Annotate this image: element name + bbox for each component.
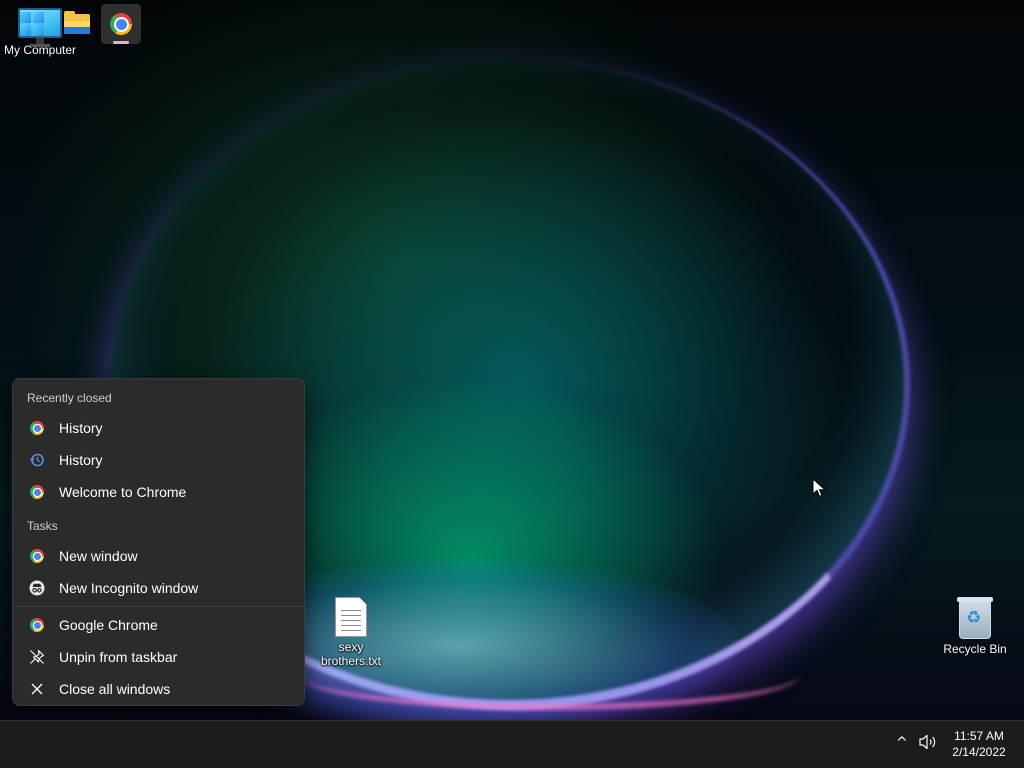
jump-item-welcome[interactable]: Welcome to Chrome bbox=[17, 477, 302, 507]
jump-item-label: Welcome to Chrome bbox=[59, 484, 187, 500]
clock-time: 11:57 AM bbox=[954, 729, 1004, 743]
taskbar-file-explorer[interactable] bbox=[57, 4, 97, 44]
history-icon bbox=[29, 452, 45, 468]
start-button[interactable] bbox=[12, 4, 52, 44]
jump-item-label: New Incognito window bbox=[59, 580, 199, 596]
jump-item-new-window[interactable]: New window bbox=[17, 541, 302, 571]
speaker-icon[interactable] bbox=[918, 733, 938, 751]
jump-item-label: Google Chrome bbox=[59, 617, 158, 633]
jump-item-google-chrome[interactable]: Google Chrome bbox=[17, 610, 302, 640]
desktop-icon-text-file[interactable]: sexy brothers.txt bbox=[311, 597, 391, 668]
jump-item-close-all[interactable]: Close all windows bbox=[17, 674, 302, 704]
jump-item-unpin[interactable]: Unpin from taskbar bbox=[17, 642, 302, 672]
recently-closed-header: Recently closed bbox=[27, 391, 112, 405]
system-clock[interactable]: 11:57 AM 2/14/2022 bbox=[946, 728, 1012, 760]
chrome-icon bbox=[110, 13, 132, 35]
windows-start-icon bbox=[20, 12, 44, 36]
chrome-icon bbox=[29, 548, 45, 564]
chrome-icon bbox=[29, 484, 45, 500]
desktop-icon-label: Recycle Bin bbox=[943, 642, 1007, 656]
active-app-indicator bbox=[113, 41, 129, 44]
jump-item-label: History bbox=[59, 420, 103, 436]
jump-item-history[interactable]: History bbox=[17, 413, 302, 443]
chrome-icon bbox=[29, 617, 45, 633]
taskbar bbox=[0, 720, 1024, 768]
recycle-bin-icon: ♻ bbox=[957, 597, 993, 639]
close-icon bbox=[29, 681, 45, 697]
chrome-jump-list: Recently closed History History Welcome … bbox=[12, 378, 305, 706]
desktop-icon-label: sexy brothers.txt bbox=[320, 640, 382, 668]
jump-item-label: New window bbox=[59, 548, 138, 564]
folder-icon bbox=[64, 11, 90, 34]
jump-item-label: Unpin from taskbar bbox=[59, 649, 178, 665]
unpin-icon bbox=[29, 649, 45, 665]
jump-item-history[interactable]: History bbox=[17, 445, 302, 475]
jump-item-new-incognito[interactable]: New Incognito window bbox=[17, 573, 302, 603]
clock-date: 2/14/2022 bbox=[952, 745, 1006, 759]
show-hidden-icons-chevron-icon[interactable]: ^ bbox=[896, 735, 908, 751]
text-file-icon bbox=[335, 597, 367, 637]
mouse-pointer-icon bbox=[812, 477, 827, 498]
incognito-icon bbox=[29, 580, 45, 596]
chrome-icon bbox=[29, 420, 45, 436]
jump-list-divider bbox=[13, 606, 304, 607]
desktop-icon-recycle-bin[interactable]: ♻ Recycle Bin bbox=[935, 597, 1015, 656]
jump-item-label: History bbox=[59, 452, 103, 468]
tasks-header: Tasks bbox=[27, 519, 58, 533]
jump-item-label: Close all windows bbox=[59, 681, 171, 697]
taskbar-google-chrome[interactable] bbox=[101, 4, 141, 44]
